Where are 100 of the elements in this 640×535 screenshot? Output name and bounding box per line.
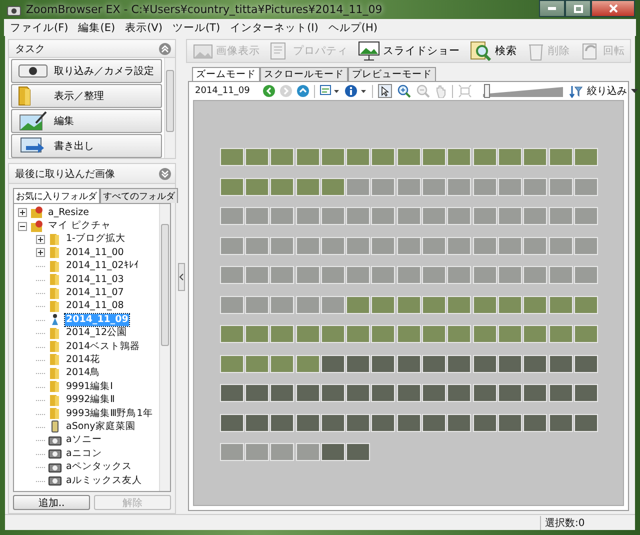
tree-item[interactable]: 1-ブログ拡大 <box>65 233 126 246</box>
tree-item[interactable]: 2014_11_07 <box>65 287 125 300</box>
folder-tab[interactable]: すべてのフォルダ <box>100 188 178 203</box>
fit-icon[interactable] <box>458 84 472 98</box>
photo-placeholder[interactable] <box>296 236 320 254</box>
view-mode-tab[interactable]: スクロールモード <box>260 67 348 81</box>
photo-placeholder[interactable] <box>320 296 345 314</box>
photo-placeholder[interactable] <box>244 325 269 343</box>
photo-placeholder[interactable] <box>548 384 572 402</box>
photo-placeholder[interactable] <box>346 296 370 314</box>
tree-item[interactable]: 2014ベスト鶉器 <box>65 340 142 353</box>
photo-placeholder[interactable] <box>270 296 294 314</box>
photo-placeholder[interactable] <box>346 236 370 254</box>
back-icon[interactable] <box>263 85 275 97</box>
scrollbar[interactable] <box>159 204 170 491</box>
tree-item[interactable]: マイ ピクチャ <box>47 220 112 232</box>
photo-placeholder[interactable] <box>574 266 598 284</box>
photo-placeholder[interactable] <box>244 207 269 225</box>
tree-item[interactable]: 9992編集Ⅱ <box>65 394 116 406</box>
photo-placeholder[interactable] <box>574 236 598 254</box>
photo-placeholder[interactable] <box>574 354 598 372</box>
photo-placeholder[interactable] <box>422 296 446 314</box>
scrollbar[interactable] <box>164 58 175 158</box>
photo-placeholder[interactable] <box>548 266 572 284</box>
tree-item[interactable]: aニコン <box>65 448 103 460</box>
photo-placeholder[interactable] <box>498 236 522 254</box>
photo-placeholder[interactable] <box>296 266 320 284</box>
view-mode-tab[interactable]: ズームモード <box>192 67 260 81</box>
photo-placeholder[interactable] <box>498 266 522 284</box>
photo-placeholder[interactable] <box>523 266 548 284</box>
collapse-toggle[interactable] <box>159 42 171 54</box>
zoom-in-icon[interactable] <box>397 84 411 98</box>
photo-placeholder[interactable] <box>296 354 320 372</box>
expand-toggle[interactable] <box>36 248 45 258</box>
photo-placeholder[interactable] <box>548 178 572 196</box>
minimize-button[interactable] <box>539 0 565 17</box>
photo-placeholder[interactable] <box>396 266 421 284</box>
menu-item[interactable]: インターネット(I) <box>230 20 318 34</box>
tree-item[interactable]: 2014_11_03 <box>65 274 125 286</box>
photo-placeholder[interactable] <box>523 178 548 196</box>
photo-placeholder[interactable] <box>472 266 497 284</box>
tree-item[interactable]: aルミックス友人 <box>65 474 143 486</box>
tree-item[interactable]: 2014_11_02ｷﾚｲ <box>65 260 140 272</box>
photo-placeholder[interactable] <box>346 354 370 372</box>
photo-placeholder[interactable] <box>320 414 345 432</box>
photo-placeholder[interactable] <box>270 414 294 432</box>
photo-placeholder[interactable] <box>523 354 548 372</box>
photo-placeholder[interactable] <box>346 148 370 166</box>
info-icon[interactable] <box>345 85 367 97</box>
photo-placeholder[interactable] <box>346 443 370 461</box>
photo-placeholder[interactable] <box>296 443 320 461</box>
photo-placeholder[interactable] <box>296 207 320 225</box>
photo-placeholder[interactable] <box>371 296 396 314</box>
photo-placeholder[interactable] <box>244 384 269 402</box>
photo-placeholder[interactable] <box>574 384 598 402</box>
photo-placeholder[interactable] <box>447 325 472 343</box>
photo-placeholder[interactable] <box>320 148 345 166</box>
photo-placeholder[interactable] <box>472 354 497 372</box>
photo-placeholder[interactable] <box>422 384 446 402</box>
photo-placeholder[interactable] <box>220 236 244 254</box>
tree-item[interactable]: aSony家庭菜園 <box>65 420 136 433</box>
forward-icon[interactable] <box>280 85 292 97</box>
photo-placeholder[interactable] <box>270 443 294 461</box>
photo-placeholder[interactable] <box>574 178 598 196</box>
tree-item[interactable]: 2014_12公園 <box>65 327 128 340</box>
photo-placeholder[interactable] <box>220 414 244 432</box>
photo-placeholder[interactable] <box>447 178 472 196</box>
photo-placeholder[interactable] <box>220 325 244 343</box>
photo-placeholder[interactable] <box>498 325 522 343</box>
photo-placeholder[interactable] <box>447 354 472 372</box>
photo-placeholder[interactable] <box>574 296 598 314</box>
photo-placeholder[interactable] <box>244 236 269 254</box>
tree-item[interactable]: 2014_11_08 <box>65 300 125 312</box>
photo-placeholder[interactable] <box>574 325 598 343</box>
photo-placeholder[interactable] <box>244 443 269 461</box>
photo-placeholder[interactable] <box>220 296 244 314</box>
photo-placeholder[interactable] <box>548 354 572 372</box>
photo-placeholder[interactable] <box>346 384 370 402</box>
photo-placeholder[interactable] <box>296 296 320 314</box>
menu-item[interactable]: ツール(T) <box>172 20 220 34</box>
photo-placeholder[interactable] <box>498 207 522 225</box>
photo-placeholder[interactable] <box>447 384 472 402</box>
photo-placeholder[interactable] <box>523 325 548 343</box>
photo-placeholder[interactable] <box>346 266 370 284</box>
tree-item[interactable]: a_Resize <box>47 206 90 219</box>
photo-placeholder[interactable] <box>548 207 572 225</box>
photo-placeholder[interactable] <box>422 354 446 372</box>
photo-placeholder[interactable] <box>523 207 548 225</box>
photo-placeholder[interactable] <box>270 325 294 343</box>
photo-placeholder[interactable] <box>346 178 370 196</box>
menu-item[interactable]: 編集(E) <box>78 20 116 34</box>
photo-placeholder[interactable] <box>498 148 522 166</box>
photo-placeholder[interactable] <box>220 148 244 166</box>
maximize-button[interactable] <box>565 0 591 17</box>
photo-placeholder[interactable] <box>320 384 345 402</box>
tree-item[interactable]: 2014鳥 <box>65 367 102 380</box>
photo-placeholder[interactable] <box>346 325 370 343</box>
photo-placeholder[interactable] <box>270 148 294 166</box>
hand-icon[interactable] <box>435 84 447 98</box>
photo-placeholder[interactable] <box>472 178 497 196</box>
